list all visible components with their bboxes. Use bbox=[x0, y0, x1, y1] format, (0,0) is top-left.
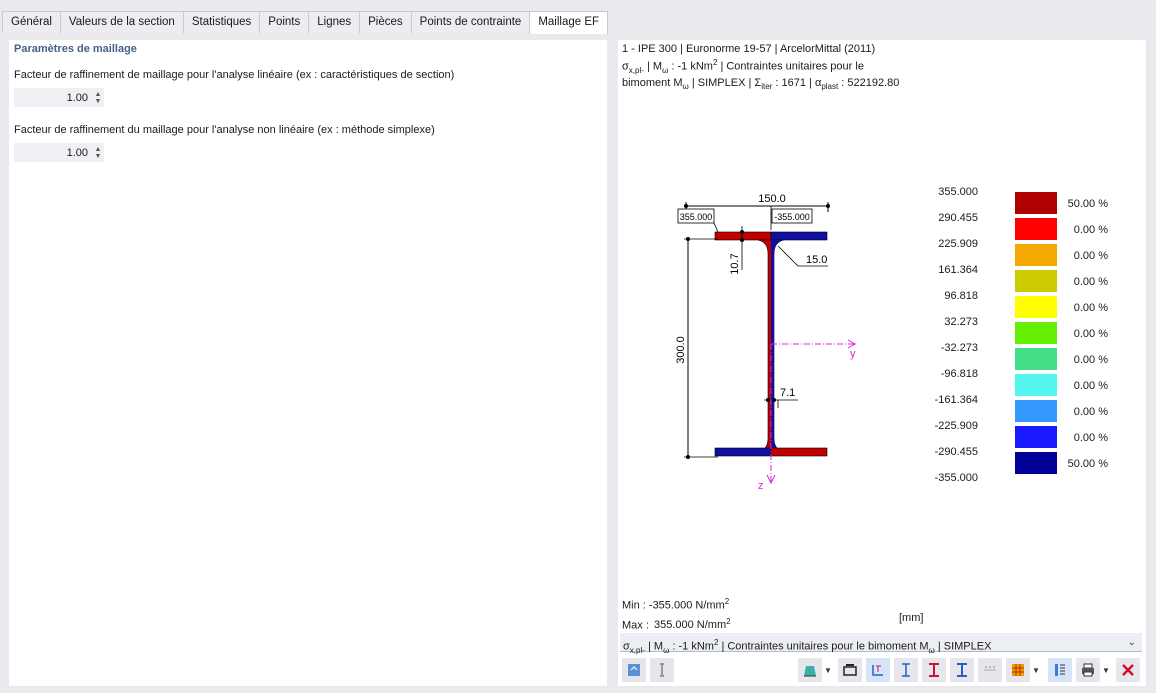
legend-percent: 0.00 % bbox=[1073, 380, 1108, 392]
web-thickness-label: 7.1 bbox=[780, 387, 795, 399]
graphic-toolbar: ▼ ▼ ▼ bbox=[620, 658, 1144, 682]
legend-value: 32.273 bbox=[944, 316, 978, 328]
bottom-flange-left bbox=[714, 447, 772, 457]
max-row: Max : 355.000 N/mm2 bbox=[622, 616, 731, 632]
dim-point bbox=[686, 237, 690, 241]
radius-label: 15.0 bbox=[806, 254, 827, 266]
legend-percent: 50.00 % bbox=[1067, 198, 1108, 210]
fillet-right bbox=[771, 240, 784, 452]
legend-percent: 50.00 % bbox=[1067, 458, 1108, 470]
dim-point bbox=[766, 398, 770, 402]
dim-point bbox=[826, 204, 830, 208]
legend-value: -290.455 bbox=[934, 446, 978, 458]
height-label: 300.0 bbox=[675, 336, 687, 364]
legend-percent: 0.00 % bbox=[1073, 224, 1108, 236]
legend-percent: 0.00 % bbox=[1073, 354, 1108, 366]
settings-close-icon[interactable] bbox=[1116, 658, 1140, 682]
mesh-parameters-panel: Paramètres de maillage Facteur de raffin… bbox=[9, 40, 607, 686]
legend-value: 225.909 bbox=[938, 238, 978, 250]
min-max-values: Min : -355.000 N/mm2 Max : 355.000 N/mm2 bbox=[622, 594, 731, 633]
linear-refinement-label: Facteur de raffinement de maillage pour … bbox=[14, 69, 455, 81]
legend-value: -96.818 bbox=[940, 368, 978, 380]
tab-parts[interactable]: Pièces bbox=[359, 11, 412, 33]
graphic-panel: 1 - IPE 300 | Euronorme 19-57 | ArcelorM… bbox=[618, 40, 1146, 686]
stress-box-right-label: -355.000 bbox=[774, 212, 810, 222]
dimension-icon[interactable] bbox=[866, 658, 890, 682]
dim-point bbox=[740, 238, 744, 242]
legend-value: 96.818 bbox=[944, 290, 978, 302]
refresh-icon[interactable] bbox=[622, 658, 646, 682]
tab-general[interactable]: Général bbox=[2, 11, 61, 33]
nonlinear-refinement-spinner[interactable]: 1.00 ▲ ▼ bbox=[14, 143, 104, 162]
dim-point bbox=[686, 455, 690, 459]
tab-statistics[interactable]: Statistiques bbox=[182, 11, 261, 33]
unit-label: [mm] bbox=[899, 612, 924, 624]
tab-points[interactable]: Points bbox=[259, 11, 310, 33]
tab-lines[interactable]: Lignes bbox=[308, 11, 361, 33]
chevron-down-icon[interactable]: ▼ bbox=[823, 658, 833, 682]
width-label: 150.0 bbox=[758, 193, 786, 205]
nonlinear-refinement-value[interactable]: 1.00 bbox=[67, 147, 92, 159]
legend-value: -161.364 bbox=[934, 394, 978, 406]
i-section-red-icon[interactable] bbox=[922, 658, 946, 682]
legend-value: -355.000 bbox=[934, 472, 978, 484]
legend-icon[interactable] bbox=[1048, 658, 1072, 682]
tabs: Général Valeurs de la section Statistiqu… bbox=[2, 11, 609, 34]
legend-percent: 0.00 % bbox=[1073, 406, 1108, 418]
section-shape-icon[interactable] bbox=[650, 658, 674, 682]
legend-percent: 0.00 % bbox=[1073, 302, 1108, 314]
info-line-3: bimoment Mω | SIMPLEX | Σiter : 1671 | α… bbox=[622, 76, 900, 92]
top-flange-right bbox=[770, 231, 828, 241]
tab-fe-mesh[interactable]: Maillage EF bbox=[529, 11, 609, 34]
legend-value: 355.000 bbox=[938, 186, 978, 198]
legend-value: -225.909 bbox=[934, 420, 978, 432]
scale-icon[interactable] bbox=[838, 658, 862, 682]
view-mode-icon[interactable] bbox=[798, 658, 822, 682]
flange-thickness-label: 10.7 bbox=[729, 253, 741, 274]
legend-percent: 0.00 % bbox=[1073, 276, 1108, 288]
result-type-dropdown[interactable]: σx,pl- | Mω : -1 kNm2 | Contraintes unit… bbox=[620, 633, 1142, 655]
min-row: Min : -355.000 N/mm2 bbox=[622, 597, 730, 612]
tab-bar: Général Valeurs de la section Statistiqu… bbox=[0, 0, 1156, 34]
tab-section-values[interactable]: Valeurs de la section bbox=[59, 11, 184, 33]
chevron-down-icon[interactable]: ▼ bbox=[1031, 658, 1041, 682]
y-axis-label: y bbox=[850, 348, 856, 360]
stress-box-left-label: 355.000 bbox=[680, 212, 713, 222]
legend-percent: 0.00 % bbox=[1073, 250, 1108, 262]
cross-section-drawing: 150.0 355.000 -355.000 300.0 10.7 15.0 7… bbox=[675, 193, 857, 492]
numbering-icon[interactable] bbox=[978, 658, 1002, 682]
i-section-blue-icon[interactable] bbox=[950, 658, 974, 682]
nonlinear-refinement-label: Facteur de raffinement du maillage pour … bbox=[14, 124, 435, 136]
spinner-arrows-icon[interactable]: ▲ ▼ bbox=[92, 88, 104, 107]
dim-point bbox=[772, 398, 776, 402]
grid-color-icon[interactable] bbox=[1006, 658, 1030, 682]
bottom-flange-right bbox=[770, 447, 828, 457]
chevron-down-icon[interactable]: ⌄ bbox=[1128, 633, 1136, 652]
linear-refinement-value[interactable]: 1.00 bbox=[67, 92, 92, 104]
chevron-down-icon[interactable]: ▼ bbox=[1101, 658, 1111, 682]
radius-leader bbox=[777, 245, 799, 267]
dim-point bbox=[740, 230, 744, 234]
linear-refinement-spinner[interactable]: 1.00 ▲ ▼ bbox=[14, 88, 104, 107]
legend-percent: 0.00 % bbox=[1073, 328, 1108, 340]
leader-line bbox=[713, 222, 719, 233]
section-info: 1 - IPE 300 | Euronorme 19-57 | ArcelorM… bbox=[622, 43, 922, 93]
tab-stress-points[interactable]: Points de contrainte bbox=[410, 11, 531, 33]
section-title: Paramètres de maillage bbox=[14, 43, 137, 55]
spinner-arrows-icon[interactable]: ▲ ▼ bbox=[92, 143, 104, 162]
section-axis-icon[interactable] bbox=[894, 658, 918, 682]
legend-percent: 0.00 % bbox=[1073, 432, 1108, 444]
legend-value: 161.364 bbox=[938, 264, 978, 276]
info-line-1: 1 - IPE 300 | Euronorme 19-57 | ArcelorM… bbox=[622, 43, 876, 55]
info-line-2: σx,pl- | Mω : -1 kNm2 | Contraintes unit… bbox=[622, 58, 864, 75]
legend-value: -32.273 bbox=[940, 342, 978, 354]
dim-point bbox=[684, 204, 688, 208]
print-icon[interactable] bbox=[1076, 658, 1100, 682]
z-axis-label: z bbox=[758, 480, 764, 492]
legend-value: 290.455 bbox=[938, 212, 978, 224]
